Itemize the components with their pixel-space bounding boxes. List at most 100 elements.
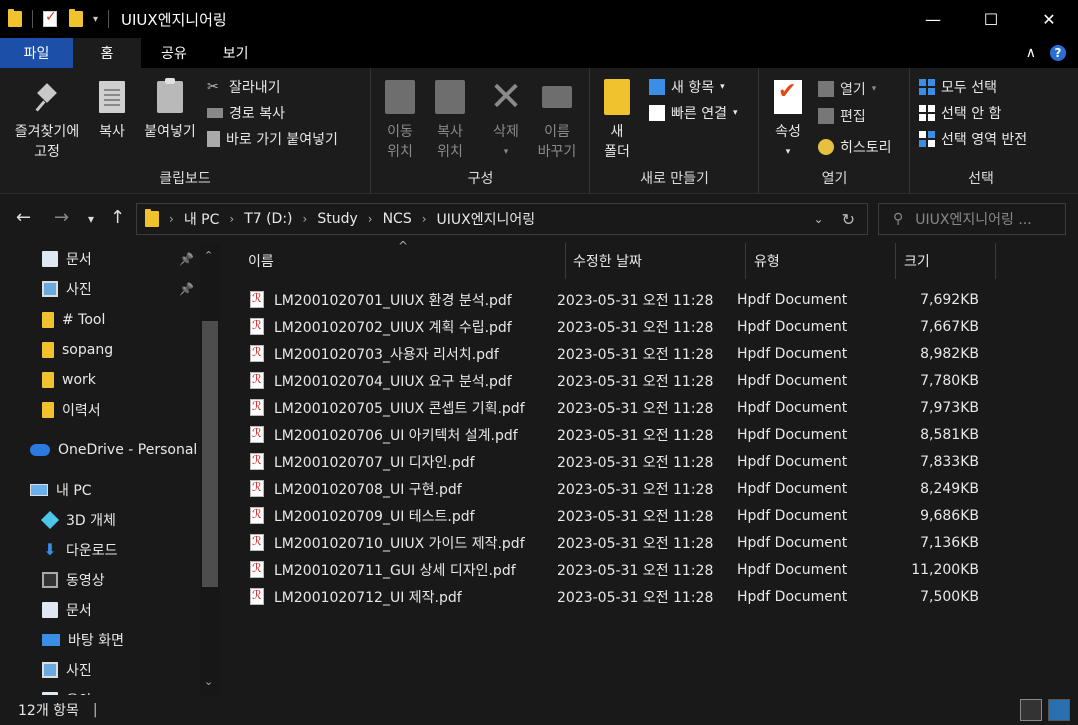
nav-item[interactable]: 사진 📌 <box>0 275 200 303</box>
delete-button[interactable]: ✕ 삭제 ▾ <box>486 77 526 162</box>
breadcrumb-separator-icon[interactable]: › <box>303 212 308 226</box>
up-arrow-icon[interactable]: ↑ <box>110 207 125 228</box>
column-header-date[interactable]: 수정한 날짜 <box>565 243 746 279</box>
copy-button[interactable]: 복사 <box>92 78 132 142</box>
forward-arrow-icon[interactable]: → <box>54 207 69 228</box>
nav-item[interactable]: 3D 개체 <box>0 506 200 534</box>
nav-item[interactable]: 사진 <box>0 656 200 684</box>
column-header-type[interactable]: 유형 <box>746 243 896 279</box>
easy-access-button[interactable]: 빠른 연결 ▾ <box>649 101 738 125</box>
help-icon[interactable]: ? <box>1050 45 1066 61</box>
file-row[interactable]: LM2001020706_UI 아키텍처 설계.pdf 2023-05-31 오전… <box>244 421 994 448</box>
nav-item[interactable]: 바탕 화면 <box>0 626 200 654</box>
cut-button[interactable]: ✂ 잘라내기 <box>207 75 281 99</box>
nav-item[interactable]: 음악 <box>0 686 200 695</box>
column-header-name[interactable]: 이름 <box>240 243 566 279</box>
copy-to-button[interactable]: 복사 위치 <box>428 78 472 162</box>
clipboard-group-label: 클립보드 <box>159 171 211 187</box>
select-all-button[interactable]: 모두 선택 <box>919 75 997 99</box>
select-none-button[interactable]: 선택 안 함 <box>919 101 1001 125</box>
quick-access-toolbar: ▾ <box>0 9 115 28</box>
nav-item[interactable]: 이력서 <box>0 396 200 424</box>
navigation-scrollbar[interactable]: ⌃ ⌄ <box>200 243 220 695</box>
edit-button[interactable]: 편집 <box>818 104 866 128</box>
collapse-ribbon-icon[interactable]: ∧ <box>1026 45 1036 61</box>
nav-item[interactable]: 문서 📌 <box>0 245 200 273</box>
file-date: 2023-05-31 오전 11:28 <box>557 481 714 498</box>
scrollbar-thumb[interactable] <box>202 321 218 587</box>
file-row[interactable]: LM2001020711_GUI 상세 디자인.pdf 2023-05-31 오전… <box>244 556 994 583</box>
select-group-label: 선택 <box>968 171 994 187</box>
nav-item[interactable]: 문서 <box>0 596 200 624</box>
file-row[interactable]: LM2001020708_UI 구현.pdf 2023-05-31 오전 11:2… <box>244 475 994 502</box>
properties-dropdown-icon[interactable]: ▾ <box>786 142 791 162</box>
details-view-icon[interactable] <box>1020 699 1042 721</box>
file-row[interactable]: LM2001020703_사용자 리서치.pdf 2023-05-31 오전 11… <box>244 340 994 367</box>
maximize-button[interactable]: ☐ <box>962 0 1020 38</box>
new-item-button[interactable]: 새 항목 ▾ <box>649 75 725 99</box>
breadcrumb-study[interactable]: Study <box>317 211 357 227</box>
new-folder-button[interactable]: 새 폴더 <box>599 78 635 162</box>
file-type: Hpdf Document <box>737 399 848 416</box>
properties-icon[interactable] <box>43 9 57 27</box>
open-button[interactable]: 열기 ▾ <box>818 77 876 101</box>
file-row[interactable]: LM2001020707_UI 디자인.pdf 2023-05-31 오전 11:… <box>244 448 994 475</box>
paste-button[interactable]: 붙여넣기 <box>138 78 202 142</box>
recent-locations-chevron-icon[interactable]: ▾ <box>88 212 94 226</box>
file-row[interactable]: LM2001020705_UIUX 콘셉트 기획.pdf 2023-05-31 오… <box>244 394 994 421</box>
paste-shortcut-button[interactable]: 바로 가기 붙여넣기 <box>207 127 338 151</box>
delete-dropdown-icon[interactable]: ▾ <box>504 142 509 162</box>
nav-item[interactable]: ⬇ 다운로드 <box>0 536 200 564</box>
breadcrumb-ncs[interactable]: NCS <box>383 211 412 227</box>
tab-view[interactable]: 보기 <box>207 38 265 68</box>
nav-item[interactable]: 동영상 <box>0 566 200 594</box>
copy-path-button[interactable]: 경로 복사 <box>207 101 285 125</box>
customize-qat-icon[interactable]: ▾ <box>93 14 98 25</box>
file-row[interactable]: LM2001020712_UI 제작.pdf 2023-05-31 오전 11:2… <box>244 583 994 610</box>
nav-item[interactable]: 내 PC <box>0 476 200 504</box>
breadcrumb-current[interactable]: UIUX엔지니어링 <box>437 209 536 229</box>
scroll-up-arrow-icon[interactable]: ⌃ <box>204 249 213 262</box>
file-row[interactable]: LM2001020710_UIUX 가이드 제작.pdf 2023-05-31 오… <box>244 529 994 556</box>
address-bar[interactable]: › 내 PC › T7 (D:) › Study › NCS › UIUX엔지니… <box>136 203 868 235</box>
address-history-chevron-icon[interactable]: ⌄ <box>814 212 824 226</box>
breadcrumb-drive[interactable]: T7 (D:) <box>244 211 292 227</box>
back-arrow-icon[interactable]: ← <box>16 207 31 228</box>
breadcrumb-separator-icon[interactable]: › <box>368 212 373 226</box>
nav-item[interactable]: work <box>0 366 200 394</box>
invert-selection-button[interactable]: 선택 영역 반전 <box>919 127 1027 151</box>
rename-button[interactable]: 이름 바꾸기 <box>532 78 582 162</box>
breadcrumb-separator-icon[interactable]: › <box>169 212 174 226</box>
new-folder-icon[interactable] <box>69 9 83 27</box>
file-row[interactable]: LM2001020702_UIUX 계획 수립.pdf 2023-05-31 오전… <box>244 313 994 340</box>
pictures-icon <box>42 662 58 678</box>
properties-button[interactable]: 속성 ▾ <box>768 78 808 162</box>
large-icons-view-icon[interactable] <box>1048 699 1070 721</box>
history-button[interactable]: 히스토리 <box>818 135 892 159</box>
breadcrumb-this-pc[interactable]: 내 PC <box>184 209 220 229</box>
nav-item[interactable]: # Tool <box>0 306 200 334</box>
minimize-button[interactable]: — <box>904 0 962 38</box>
file-row[interactable]: LM2001020701_UIUX 환경 분석.pdf 2023-05-31 오전… <box>244 286 994 313</box>
new-group: 새 폴더 새 항목 ▾ 빠른 연결 ▾ 새로 만들기 <box>591 68 759 194</box>
title-bar: ▾ UIUX엔지니어링 — ☐ ✕ <box>0 0 1078 38</box>
nav-item[interactable]: OneDrive - Personal <box>0 436 200 464</box>
tab-home[interactable]: 홈 <box>73 38 141 68</box>
paste-shortcut-label: 바로 가기 붙여넣기 <box>226 132 338 148</box>
search-box[interactable]: ⚲ UIUX엔지니어링 ... <box>878 203 1066 235</box>
pin-label-2: 고정 <box>34 144 60 160</box>
tab-share[interactable]: 공유 <box>141 38 207 68</box>
tab-file[interactable]: 파일 <box>0 38 73 68</box>
nav-item[interactable]: sopang <box>0 336 200 364</box>
file-row[interactable]: LM2001020704_UIUX 요구 분석.pdf 2023-05-31 오전… <box>244 367 994 394</box>
column-header-size[interactable]: 크기 <box>896 243 996 279</box>
file-row[interactable]: LM2001020709_UI 테스트.pdf 2023-05-31 오전 11:… <box>244 502 994 529</box>
close-button[interactable]: ✕ <box>1020 0 1078 38</box>
breadcrumb-separator-icon[interactable]: › <box>229 212 234 226</box>
pin-to-quick-access-button[interactable]: 즐겨찾기에 고정 <box>8 78 86 162</box>
breadcrumb-separator-icon[interactable]: › <box>422 212 427 226</box>
folder-icon <box>42 372 54 388</box>
scroll-down-arrow-icon[interactable]: ⌄ <box>204 675 213 688</box>
move-to-button[interactable]: 이동 위치 <box>378 78 422 162</box>
refresh-icon[interactable]: ↻ <box>842 210 855 229</box>
